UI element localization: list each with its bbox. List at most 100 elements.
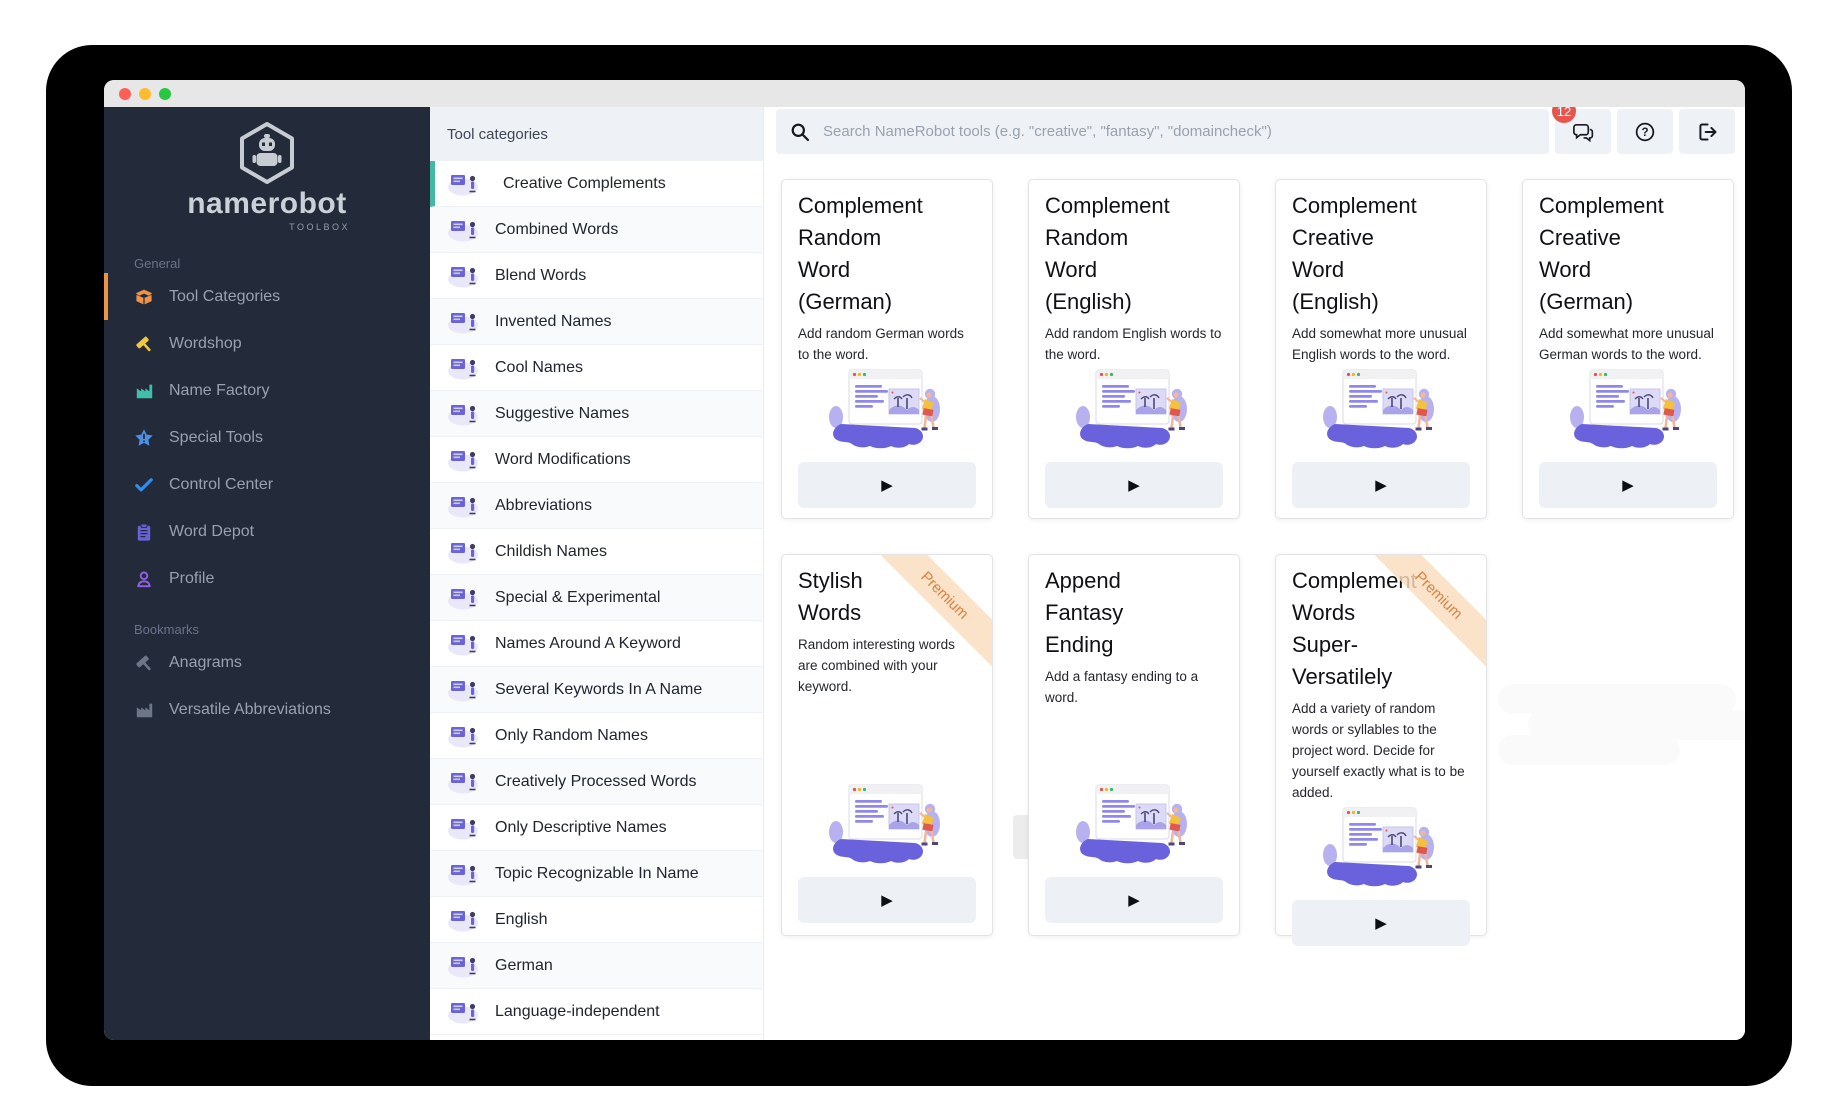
category-illustration-icon	[444, 445, 482, 474]
tool-card-stylish-words: Stylish Words Random interesting words ar…	[781, 554, 993, 936]
category-item-names-around-a-keyword[interactable]: Names Around A Keyword	[430, 621, 763, 667]
category-illustration-icon	[444, 261, 482, 290]
run-tool-button[interactable]: ▶	[1292, 900, 1470, 946]
tool-card-description: Add random English words to the word.	[1045, 326, 1222, 362]
profile-icon	[134, 569, 154, 589]
tool-card-illustration-icon	[1320, 365, 1442, 452]
sidebar-item-label: Special Tools	[169, 428, 263, 446]
category-item-special-experimental[interactable]: Special & Experimental	[430, 575, 763, 621]
category-item-label: Names Around A Keyword	[495, 634, 681, 652]
run-tool-button[interactable]: ▶	[1539, 462, 1717, 508]
tool-card-title: Complement Creative Word (English)	[1292, 193, 1417, 314]
sidebar-item-tool-categories[interactable]: Tool Categories	[104, 273, 430, 320]
search-input[interactable]	[821, 122, 1535, 141]
sidebar-item-special-tools[interactable]: Special Tools	[104, 414, 430, 461]
tool-cards-grid: Complement Random Word (German) Add rando…	[781, 179, 1745, 946]
category-item-label: Childish Names	[495, 542, 608, 560]
category-illustration-icon	[444, 215, 482, 244]
category-item-label: Word Modifications	[495, 450, 631, 468]
sidebar-item-control-center[interactable]: Control Center	[104, 461, 430, 508]
help-question-icon: ?	[1634, 121, 1656, 143]
hammer-icon	[134, 334, 154, 354]
sidebar-item-label: Profile	[169, 569, 215, 587]
category-item-creatively-processed-words[interactable]: Creatively Processed Words	[430, 759, 763, 805]
tool-card-description: Add somewhat more unusual English words …	[1292, 326, 1467, 362]
category-item-several-keywords-in-a-name[interactable]: Several Keywords In A Name	[430, 667, 763, 713]
sidebar-item-word-depot[interactable]: Word Depot	[104, 508, 430, 555]
category-item-combined-words[interactable]: Combined Words	[430, 207, 763, 253]
category-item-german[interactable]: German	[430, 943, 763, 989]
category-item-label: Language-independent	[495, 1002, 660, 1020]
sidebar-item-name-factory[interactable]: Name Factory	[104, 367, 430, 414]
feedback-chat-button[interactable]: 12	[1552, 107, 1611, 154]
sidebar-nav: General Tool Categories Wordshop Name Facto…	[104, 256, 430, 733]
search-box[interactable]	[776, 109, 1549, 154]
play-icon: ▶	[1375, 915, 1387, 932]
factory-icon	[134, 700, 154, 720]
tool-card-description: Add random German words to the word.	[798, 326, 964, 362]
logout-icon	[1696, 121, 1718, 143]
sidebar-item-label: Name Factory	[169, 381, 270, 399]
category-item-label: German	[495, 956, 553, 974]
category-item-only-descriptive-names[interactable]: Only Descriptive Names	[430, 805, 763, 851]
tool-card-complement-words-super-versatilely: Complement Words Super- Versatilely Add a…	[1275, 554, 1487, 946]
category-item-suggestive-names[interactable]: Suggestive Names	[430, 391, 763, 437]
sidebar-item-profile[interactable]: Profile	[104, 555, 430, 602]
tool-card-illustration-icon	[826, 365, 948, 452]
logout-button[interactable]	[1679, 109, 1735, 154]
category-illustration-icon	[444, 399, 482, 428]
run-tool-button[interactable]: ▶	[798, 462, 976, 508]
tool-card-description: Add somewhat more unusual German words t…	[1539, 326, 1714, 362]
category-item-label: Special & Experimental	[495, 588, 661, 606]
tool-card-illustration-icon	[1320, 803, 1442, 890]
category-item-topic-recognizable-in-name[interactable]: Topic Recognizable In Name	[430, 851, 763, 897]
tool-card-title: Complement Random Word (German)	[798, 193, 923, 314]
tool-categories-panel: Tool categories Creative Complements Comb…	[430, 107, 764, 1040]
category-illustration-icon	[444, 537, 482, 566]
category-item-word-modifications[interactable]: Word Modifications	[430, 437, 763, 483]
tool-card-title: Stylish Words	[798, 568, 863, 625]
run-tool-button[interactable]: ▶	[798, 877, 976, 923]
category-item-blend-words[interactable]: Blend Words	[430, 253, 763, 299]
category-item-creative-complements[interactable]: Creative Complements	[430, 161, 763, 207]
category-item-invented-names[interactable]: Invented Names	[430, 299, 763, 345]
category-item-childish-names[interactable]: Childish Names	[430, 529, 763, 575]
play-icon: ▶	[881, 892, 893, 909]
category-illustration-icon	[444, 859, 482, 888]
help-button[interactable]: ?	[1617, 109, 1673, 154]
traffic-light-close[interactable]	[119, 87, 131, 100]
category-item-english[interactable]: English	[430, 897, 763, 943]
app-logo: namerobot TOOLBOX	[104, 107, 430, 236]
category-illustration-icon	[444, 997, 482, 1026]
run-tool-button[interactable]: ▶	[1045, 462, 1223, 508]
sidebar-item-wordshop[interactable]: Wordshop	[104, 320, 430, 367]
category-illustration-icon	[444, 721, 482, 750]
category-item-only-random-names[interactable]: Only Random Names	[430, 713, 763, 759]
brand-sub-label: TOOLBOX	[289, 222, 350, 232]
traffic-light-zoom[interactable]	[159, 87, 171, 100]
tool-card-title: Complement Random Word (English)	[1045, 193, 1170, 314]
run-tool-button[interactable]: ▶	[1045, 877, 1223, 923]
category-item-abbreviations[interactable]: Abbreviations	[430, 483, 763, 529]
tool-card-complement-creative-word-english: Complement Creative Word (English) Add so…	[1275, 179, 1487, 519]
topbar: 12 ?	[776, 107, 1735, 154]
category-item-cool-names[interactable]: Cool Names	[430, 345, 763, 391]
tool-card-complement-creative-word-german: Complement Creative Word (German) Add som…	[1522, 179, 1734, 519]
sidebar-item-label: Control Center	[169, 475, 274, 493]
category-item-language-independent[interactable]: Language-independent	[430, 989, 763, 1035]
traffic-light-minimize[interactable]	[139, 87, 151, 100]
window-titlebar	[104, 80, 1745, 107]
category-illustration-icon	[444, 905, 482, 934]
category-item-label: Combined Words	[495, 220, 619, 238]
sidebar-item-label: Anagrams	[169, 653, 242, 671]
play-icon: ▶	[1128, 477, 1140, 494]
category-item-label: Several Keywords In A Name	[495, 680, 703, 698]
sidebar-item-anagrams[interactable]: Anagrams	[104, 639, 430, 686]
sidebar-item-versatile-abbreviations[interactable]: Versatile Abbreviations	[104, 686, 430, 733]
svg-text:?: ?	[1641, 126, 1648, 138]
category-illustration-icon	[444, 307, 482, 336]
tool-card-complement-random-word-german: Complement Random Word (German) Add rando…	[781, 179, 993, 519]
category-illustration-icon	[444, 353, 482, 382]
category-item-label: English	[495, 910, 548, 928]
run-tool-button[interactable]: ▶	[1292, 462, 1470, 508]
